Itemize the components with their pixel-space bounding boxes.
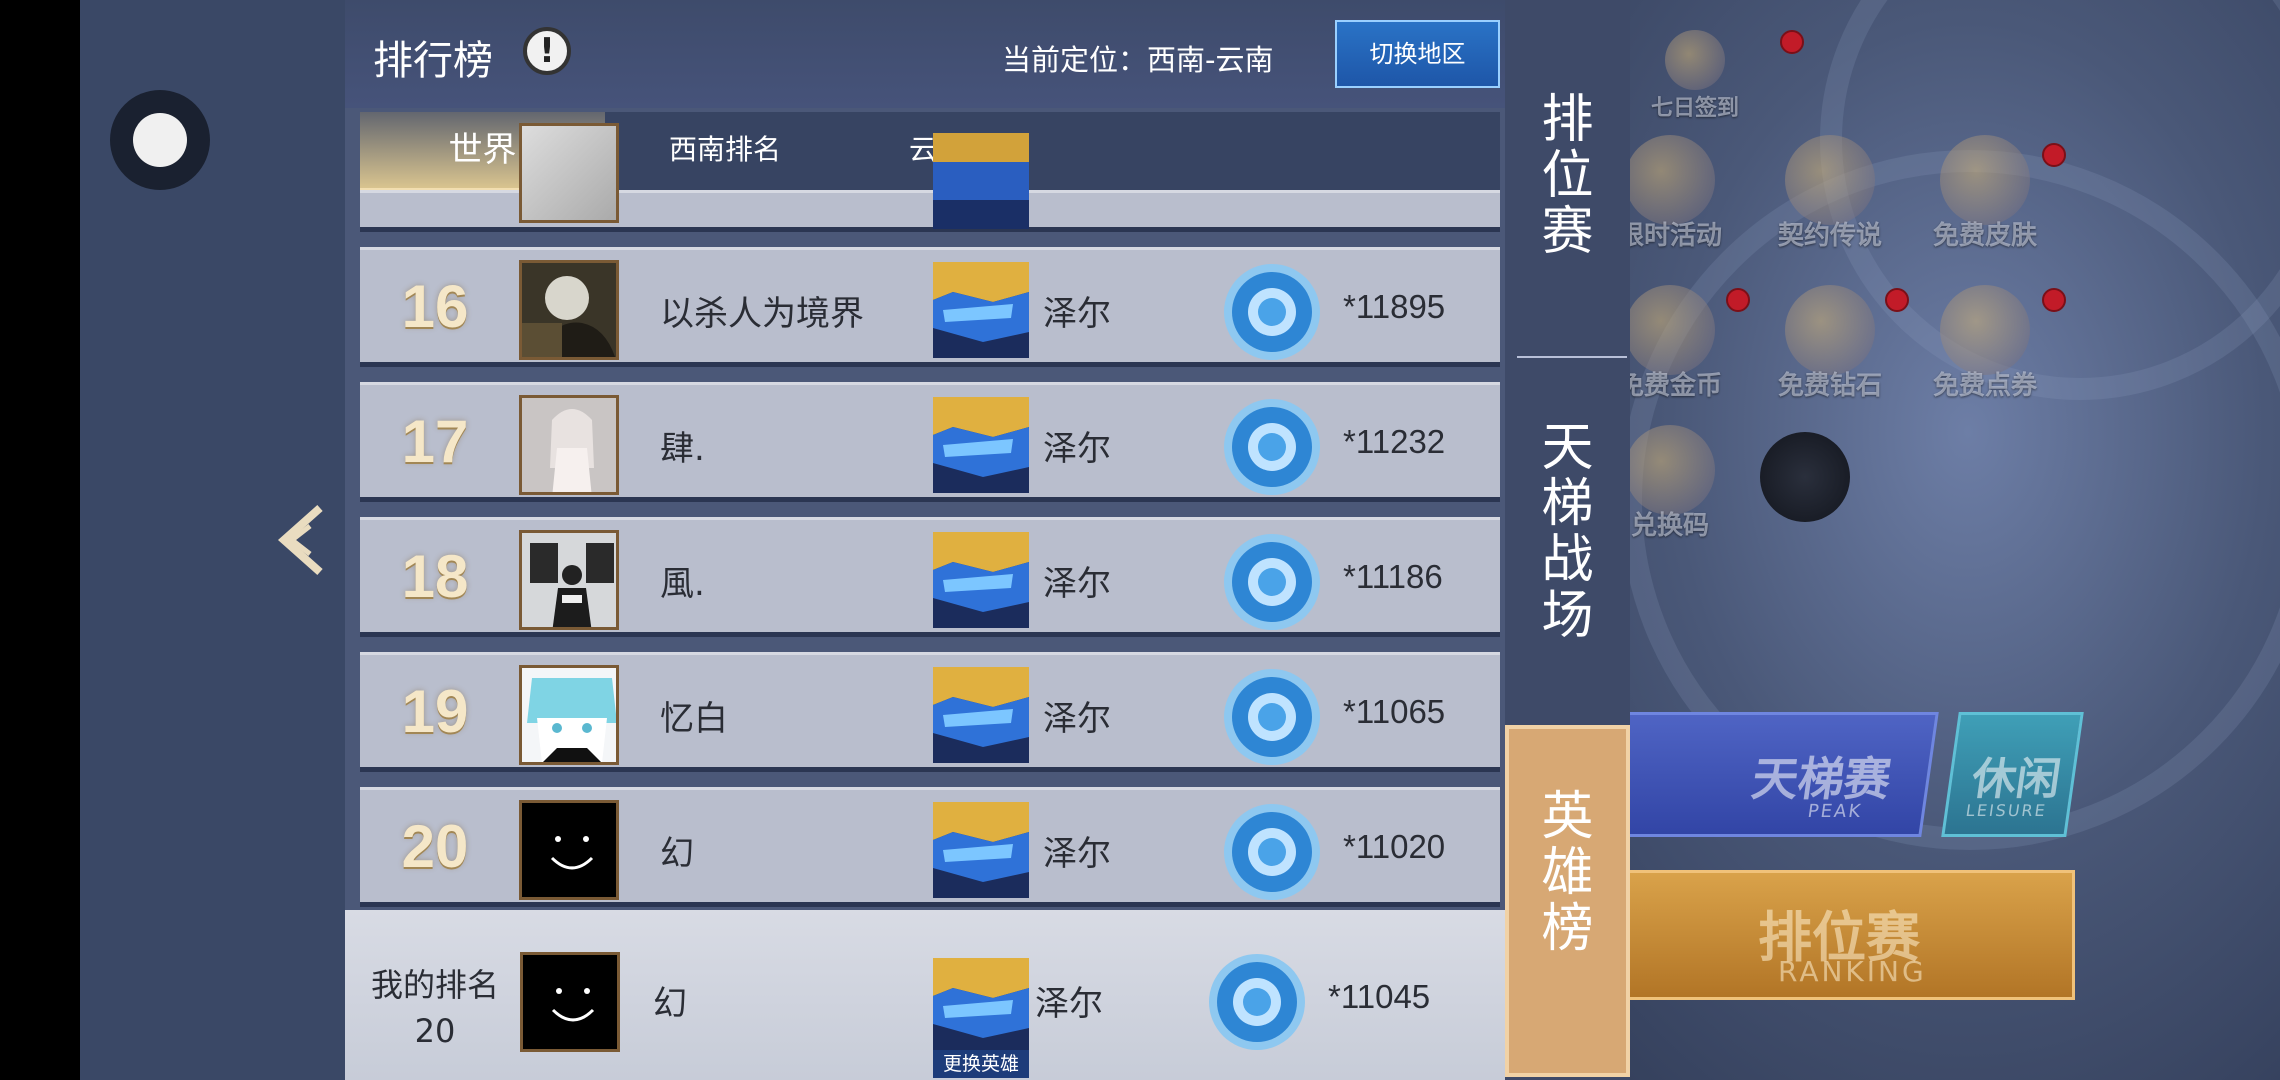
tab-ladder-battle[interactable]: 天梯战场 bbox=[1505, 420, 1630, 660]
rank-badge-icon bbox=[1209, 954, 1305, 1050]
notification-dot bbox=[1780, 30, 1804, 54]
notification-dot bbox=[1885, 288, 1909, 312]
player-name: 幻 bbox=[660, 834, 694, 874]
player-name: 肆. bbox=[660, 429, 705, 469]
table-row[interactable]: 19 忆白 泽尔 *11065 bbox=[360, 652, 1500, 772]
player-score: *11020 bbox=[1343, 828, 1446, 865]
tab-hero-board-label: 英雄榜 bbox=[1541, 787, 1594, 959]
free-voucher-icon[interactable]: 免费点券 bbox=[1910, 285, 2060, 415]
player-avatar bbox=[519, 123, 619, 223]
page-title: 排行榜 bbox=[373, 38, 493, 84]
player-avatar bbox=[519, 260, 619, 360]
player-name: 忆白 bbox=[660, 699, 728, 739]
rank-number: 16 bbox=[401, 273, 469, 340]
player-avatar bbox=[520, 952, 620, 1052]
table-row[interactable]: 16 以杀人为境界 泽尔 *11895 bbox=[360, 247, 1500, 367]
hero-portrait bbox=[933, 802, 1029, 898]
hero-name: 泽尔 bbox=[1043, 294, 1111, 334]
table-row[interactable]: 18 風. 泽尔 *11186 bbox=[360, 517, 1500, 637]
change-hero-button[interactable]: 更换英雄 bbox=[933, 1050, 1029, 1078]
my-rank-number: 20 bbox=[414, 1012, 456, 1050]
notification-dot bbox=[2042, 288, 2066, 312]
player-name: 風. bbox=[660, 564, 705, 604]
contract-legend-icon[interactable]: 契约传说 bbox=[1755, 135, 1905, 265]
leisure-mode-button[interactable]: 休闲 LEISURE bbox=[1941, 712, 2084, 837]
help-icon[interactable]: ! bbox=[523, 27, 571, 75]
player-avatar bbox=[519, 395, 619, 495]
player-score: *11895 bbox=[1343, 288, 1446, 325]
table-row[interactable] bbox=[360, 123, 1500, 232]
tab-ranked-match-label: 排位赛 bbox=[1541, 90, 1594, 262]
player-avatar bbox=[519, 665, 619, 765]
rank-number: 18 bbox=[401, 543, 469, 610]
leaderboard-category-tabs: 排位赛 天梯战场 英雄榜 bbox=[1505, 0, 1630, 1080]
peak-mode-button[interactable]: 天梯赛 PEAK bbox=[1601, 712, 1939, 837]
leaderboard-panel: 排行榜 ! 当前定位：西南-云南 切换地区 世界 西南排名 云南排名 16以杀人… bbox=[345, 0, 1505, 1080]
rank-number: 20 bbox=[401, 813, 469, 880]
table-row[interactable]: 20 幻 泽尔 *11020 bbox=[360, 787, 1500, 907]
tab-ranked-match[interactable]: 排位赛 bbox=[1505, 92, 1630, 262]
hero-name: 泽尔 bbox=[1043, 564, 1111, 604]
rank-badge-icon bbox=[1220, 395, 1324, 499]
notification-dot bbox=[2042, 143, 2066, 167]
hero-name: 泽尔 bbox=[1035, 984, 1103, 1024]
hero-portrait bbox=[933, 667, 1029, 763]
hero-portrait bbox=[933, 262, 1029, 358]
hero-portrait bbox=[933, 532, 1029, 628]
free-diamond-icon[interactable]: 免费钻石 bbox=[1755, 285, 1905, 415]
player-score: *11186 bbox=[1343, 558, 1443, 595]
hero-portrait bbox=[933, 133, 1029, 229]
switch-region-button[interactable]: 切换地区 bbox=[1335, 20, 1500, 88]
rank-number: 19 bbox=[401, 678, 469, 745]
rank-badge-icon bbox=[1220, 260, 1324, 364]
my-rank-label: 我的排名 20 bbox=[365, 962, 505, 1054]
player-score: *11065 bbox=[1343, 693, 1446, 730]
rank-badge-icon bbox=[1220, 800, 1324, 904]
table-row[interactable]: 17 肆. 泽尔 *11232 bbox=[360, 382, 1500, 502]
player-avatar bbox=[519, 530, 619, 630]
player-name: 幻 bbox=[653, 984, 687, 1024]
tab-ladder-battle-label: 天梯战场 bbox=[1541, 418, 1594, 646]
rank-badge-icon bbox=[1220, 530, 1324, 634]
seven-day-signin-icon[interactable]: 七日签到 bbox=[1620, 20, 1770, 150]
tab-divider bbox=[1517, 356, 1627, 358]
my-rank-title: 我的排名 bbox=[370, 966, 499, 1004]
hero-name: 泽尔 bbox=[1043, 429, 1111, 469]
player-name: 以杀人为境界 bbox=[660, 294, 864, 334]
speaker-icon[interactable] bbox=[1755, 432, 1855, 562]
hero-name: 泽尔 bbox=[1043, 834, 1111, 874]
player-score: *11232 bbox=[1343, 423, 1446, 460]
hero-name: 泽尔 bbox=[1043, 699, 1111, 739]
current-location: 当前定位：西南-云南 bbox=[1002, 43, 1274, 77]
player-score: *11045 bbox=[1328, 978, 1431, 1015]
back-chevron-icon[interactable] bbox=[272, 500, 332, 580]
rank-number: 17 bbox=[401, 408, 469, 475]
tab-hero-board[interactable]: 英雄榜 bbox=[1505, 725, 1630, 1077]
free-skin-icon[interactable]: 免费皮肤 bbox=[1910, 135, 2060, 265]
floating-assist-button[interactable] bbox=[110, 90, 210, 190]
panel-header: 排行榜 ! 当前定位：西南-云南 切换地区 bbox=[345, 0, 1505, 108]
notification-dot bbox=[1726, 288, 1750, 312]
hero-portrait bbox=[933, 397, 1029, 493]
ranking-mode-button[interactable]: 排位赛 RANKING bbox=[1620, 870, 2075, 1000]
my-rank-row: 我的排名 20 幻 更换英雄 泽尔 *11045 bbox=[345, 910, 1505, 1080]
player-avatar bbox=[519, 800, 619, 900]
game-screen: 七日签到 限时活动 契约传说 免费皮肤 免费金币 免费钻石 免费点券 兑换码 天… bbox=[0, 0, 2280, 1080]
rank-badge-icon bbox=[1220, 665, 1324, 769]
tab-southwest[interactable]: 西南排名 bbox=[605, 112, 845, 192]
hero-portrait[interactable] bbox=[933, 958, 1029, 1054]
